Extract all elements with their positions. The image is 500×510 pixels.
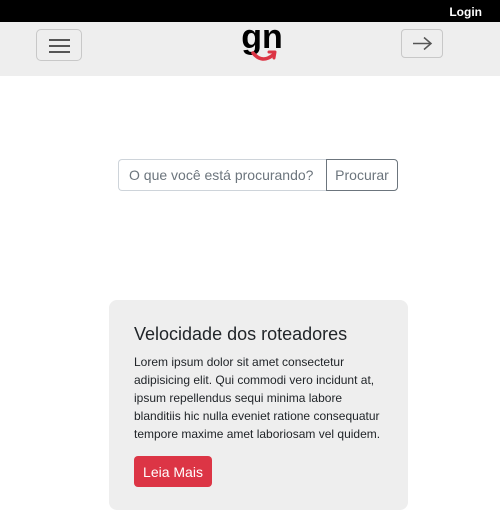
article-card: Velocidade dos roteadores Lorem ipsum do… bbox=[109, 300, 408, 510]
card-title: Velocidade dos roteadores bbox=[134, 324, 348, 344]
search-form: Procurar bbox=[118, 159, 398, 191]
search-input[interactable] bbox=[118, 159, 326, 191]
site-header: gn bbox=[0, 18, 500, 76]
arrow-right-button[interactable] bbox=[401, 29, 443, 58]
logo[interactable]: gn bbox=[236, 18, 288, 74]
login-link[interactable]: Login bbox=[449, 5, 482, 19]
search-button[interactable]: Procurar bbox=[326, 159, 398, 191]
top-bar: Login bbox=[0, 0, 500, 22]
read-more-button[interactable]: Leia Mais bbox=[134, 456, 212, 487]
menu-button[interactable] bbox=[36, 29, 82, 61]
arrow-right-icon bbox=[413, 36, 433, 51]
card-text: Lorem ipsum dolor sit amet consectetur a… bbox=[134, 355, 381, 441]
gn-logo-icon: gn bbox=[241, 18, 283, 61]
svg-text:gn: gn bbox=[241, 22, 283, 56]
